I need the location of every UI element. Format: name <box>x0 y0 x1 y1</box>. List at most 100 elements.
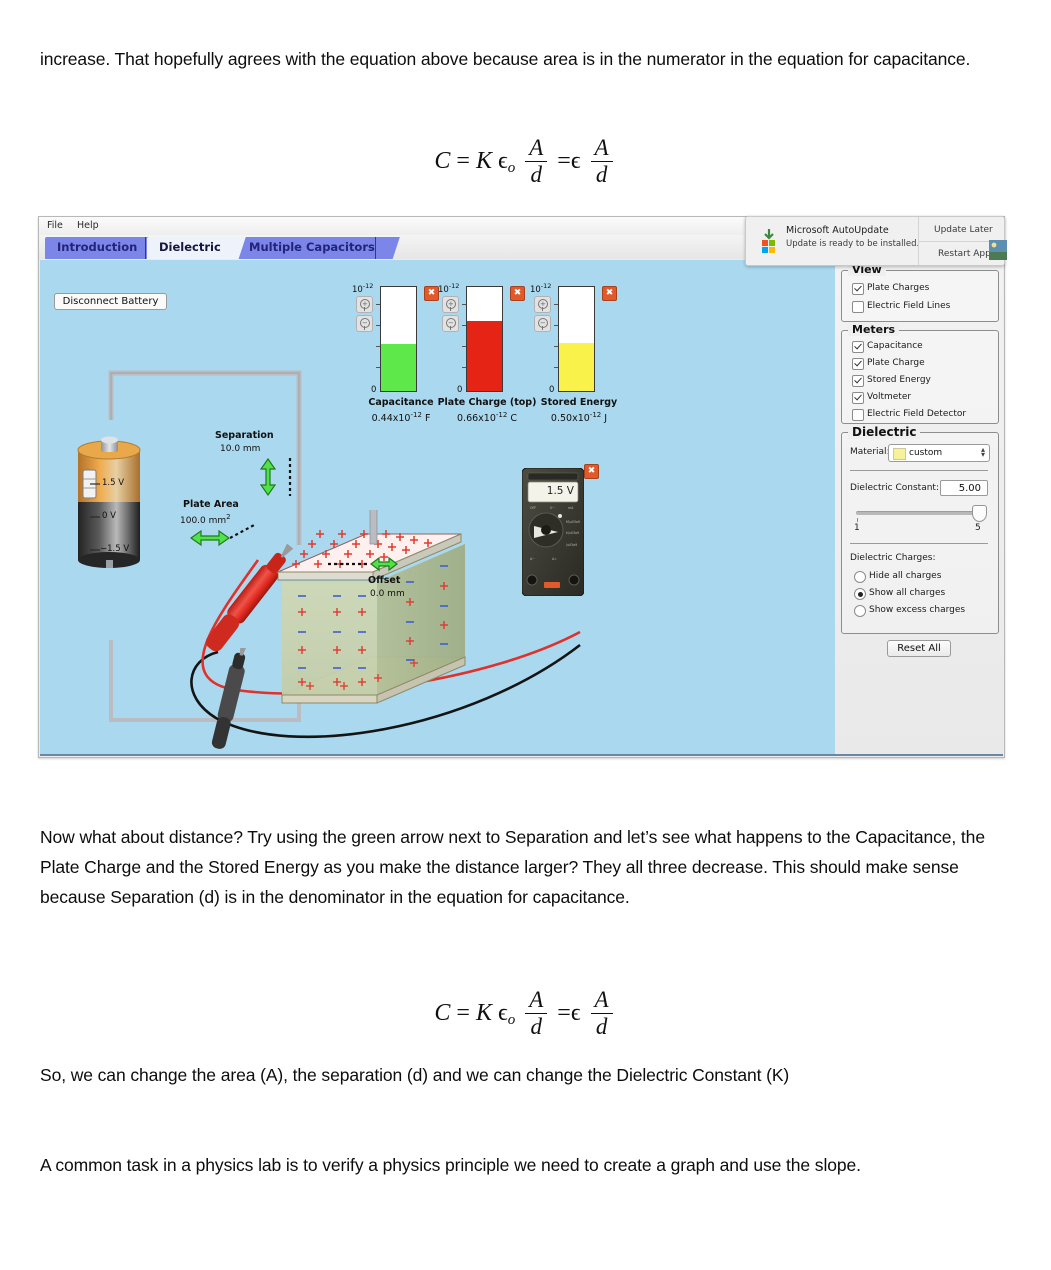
restart-app-button[interactable]: Restart App <box>938 249 991 259</box>
checkbox-voltmeter-label: Voltmeter <box>867 392 912 402</box>
meter-stored-energy-tick-3 <box>554 346 558 347</box>
meter-plate-charge-fill <box>467 321 502 391</box>
meter-plate-charge-value-unit: C <box>510 413 517 425</box>
chevron-updown-icon: ▴ ▾ <box>980 445 985 459</box>
equation-fraction-1: A d <box>525 135 548 188</box>
offset-arrow-icon[interactable] <box>370 554 398 574</box>
equation2-epsilon-0-sub: o <box>507 1012 516 1029</box>
meter-stored-energy-zoom-in-button[interactable]: + <box>534 296 551 313</box>
voltmeter[interactable]: OFF V~ mA M\u03a9 k\u03a9 \u03a9 A~ A= 1.5 V … <box>521 464 599 597</box>
voltmeter-close-button[interactable]: ✖ <box>584 464 599 479</box>
meter-capacitance-zoom-out-button[interactable]: − <box>356 315 373 332</box>
control-panel[interactable]: View Plate Charges Electric Field Lines … <box>835 260 1003 756</box>
equation-epsilon: ϵ <box>570 148 581 175</box>
menu-file[interactable]: File <box>47 220 63 231</box>
voltmeter-reading: 1.5 V <box>546 485 574 497</box>
meter-capacitance-exponent-base: 10 <box>352 284 363 295</box>
radio-hide-all-charges-label: Hide all charges <box>869 571 942 581</box>
dielectric-divider-2 <box>850 543 988 544</box>
checkbox-box <box>852 341 864 353</box>
equation2-numerator-1: A <box>529 987 544 1012</box>
meters-group-legend: Meters <box>848 323 900 336</box>
slider-label-max: 5 <box>975 523 981 533</box>
checkbox-electric-field-lines-label: Electric Field Lines <box>867 301 951 311</box>
meter-stored-energy-zero: 0 <box>549 385 555 395</box>
meter-capacitance-value-exponent: -12 <box>410 411 422 419</box>
plus-glyph: + <box>362 300 368 308</box>
capacitor-lab-simulation-window[interactable]: File Help Introduction Dielectric Multip… <box>38 216 1005 758</box>
tab-divider-1 <box>145 237 146 259</box>
separation-value: 10.0 mm <box>220 444 261 454</box>
slider-tick-min <box>857 518 858 522</box>
meter-plate-charge-close-button[interactable]: ✖ <box>510 286 525 301</box>
menu-help[interactable]: Help <box>77 220 99 231</box>
tab-multiple-capacitors-label: Multiple Capacitors <box>249 240 375 254</box>
update-later-button[interactable]: Update Later <box>934 225 993 235</box>
equation2-denominator-2: d <box>590 1013 613 1040</box>
checkbox-box <box>852 301 864 313</box>
radio-dot <box>854 571 866 583</box>
radio-dot <box>854 588 866 600</box>
tab-introduction[interactable]: Introduction <box>45 237 163 259</box>
radio-dot <box>854 605 866 617</box>
meter-plate-charge-tick-2 <box>462 325 466 326</box>
meter-capacitance-tick-1 <box>376 304 380 305</box>
meter-plate-charge-tube <box>466 286 503 392</box>
svg-text:\u03a9: \u03a9 <box>566 543 577 547</box>
meter-plate-charge-zoom-in-button[interactable]: + <box>442 296 459 313</box>
dielectric-constant-slider-thumb[interactable] <box>972 505 987 522</box>
dielectric-constant-field[interactable]: 5.00 <box>940 480 988 496</box>
checkbox-plate-charges-label: Plate Charges <box>867 283 930 293</box>
equation-capacitance-top: C = K ϵo A d =ϵ A d <box>0 135 1051 189</box>
meter-stored-energy-title: Stored Energy <box>540 397 618 408</box>
minus-glyph: − <box>540 319 546 327</box>
simulation-canvas[interactable]: Disconnect Battery 1.5 V 0 V −1.5 V Sepa… <box>40 260 835 756</box>
meter-plate-charge-exponent-base: 10 <box>438 284 449 295</box>
meter-capacitance-exponent-sup: -12 <box>362 282 374 290</box>
meter-stored-energy-exponent-base: 10 <box>530 284 541 295</box>
meter-plate-charge-value-mantissa: 0.66x10 <box>457 413 496 425</box>
equation2-fraction-2: A d <box>590 987 613 1040</box>
material-color-swatch <box>893 448 906 460</box>
svg-text:A~: A~ <box>530 557 535 561</box>
paragraph-4: A common task in a physics lab is to ver… <box>40 1155 861 1175</box>
tab-dielectric[interactable]: Dielectric <box>147 237 246 259</box>
plate-area-exponent: 2 <box>226 513 231 521</box>
reset-all-label: Reset All <box>897 643 941 654</box>
material-dropdown[interactable]: custom ▴ ▾ <box>888 444 990 462</box>
offset-dotted-guide <box>328 562 370 566</box>
dielectric-constant-slider-track[interactable] <box>856 511 980 515</box>
reset-all-button[interactable]: Reset All <box>887 640 951 657</box>
meter-capacitance-zoom-in-button[interactable]: + <box>356 296 373 313</box>
autoupdate-subtitle: Update is ready to be installed. <box>786 239 920 249</box>
paragraph-3: So, we can change the area (A), the sepa… <box>40 1065 790 1085</box>
svg-text:OFF: OFF <box>530 506 536 510</box>
meter-stored-energy-close-button[interactable]: ✖ <box>602 286 617 301</box>
battery-voltage-zero-label: 0 V <box>102 511 116 521</box>
meter-capacitance-tube <box>380 286 417 392</box>
svg-text:M\u03a9: M\u03a9 <box>566 520 580 524</box>
separation-arrow-icon[interactable] <box>258 458 278 498</box>
meter-capacitance-close-button[interactable]: ✖ <box>424 286 439 301</box>
tab-introduction-label: Introduction <box>57 240 138 254</box>
plate-area-value: 100.0 mm2 <box>180 513 231 526</box>
svg-text:k\u03a9: k\u03a9 <box>566 531 579 535</box>
plate-area-arrow-icon[interactable] <box>190 528 230 548</box>
separation-label: Separation <box>215 430 274 441</box>
paragraph-2: Now what about distance? Try using the g… <box>40 827 985 907</box>
battery[interactable]: 1.5 V 0 V −1.5 V <box>56 418 168 568</box>
plus-glyph: + <box>448 300 454 308</box>
meter-capacitance-tick-2 <box>376 325 380 326</box>
separation-dotted-guide <box>288 458 292 496</box>
view-group: View Plate Charges Electric Field Lines <box>841 263 999 322</box>
black-probe[interactable] <box>200 648 270 756</box>
paragraph-1: increase. That hopefully agrees with the… <box>40 49 971 69</box>
equation-numerator-1: A <box>529 135 544 160</box>
meter-stored-energy-tick-4 <box>554 367 558 368</box>
tab-multiple-capacitors[interactable]: Multiple Capacitors <box>237 237 400 259</box>
autoupdate-notification[interactable]: Microsoft AutoUpdate Update is ready to … <box>745 216 1005 266</box>
checkbox-box <box>852 392 864 404</box>
meter-plate-charge-zoom-out-button[interactable]: − <box>442 315 459 332</box>
meter-capacitance-value-mantissa: 0.44x10 <box>371 413 411 425</box>
meter-stored-energy-zoom-out-button[interactable]: − <box>534 315 551 332</box>
